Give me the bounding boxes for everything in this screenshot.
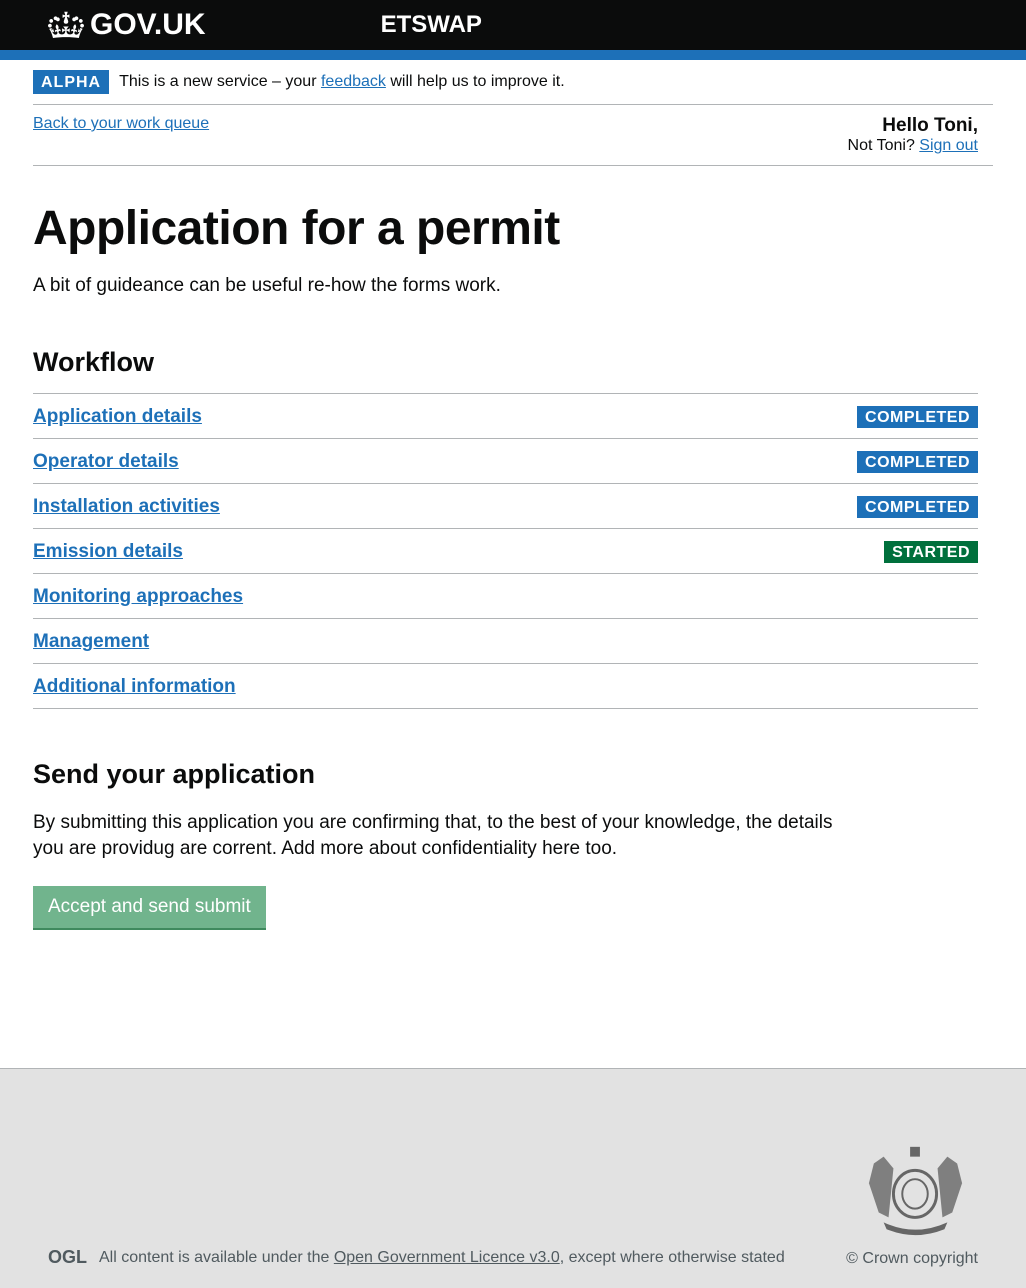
task-link[interactable]: Management (33, 631, 149, 653)
task-row: Application details COMPLETED (33, 394, 978, 439)
phase-tag: ALPHA (33, 70, 109, 94)
status-tag: COMPLETED (857, 406, 978, 428)
licence-post: , except where otherwise stated (560, 1249, 785, 1266)
ogl-logo: OGL (48, 1247, 87, 1268)
task-list: Application detailsCOMPLETEDOperator det… (33, 393, 978, 709)
page-title: Application for a permit (33, 201, 978, 256)
status-tag: STARTED (884, 541, 978, 563)
top-bar: Back to your work queue Hello Toni, Not … (33, 105, 993, 166)
task-link[interactable]: Monitoring approaches (33, 586, 243, 608)
licence-pre: All content is available under the (99, 1249, 334, 1266)
phase-banner: ALPHA This is a new service – your feedb… (33, 60, 993, 105)
page-subtitle: A bit of guideance can be useful re-how … (33, 275, 978, 297)
workflow-heading: Workflow (33, 347, 978, 378)
site-header: GOV.UK ETSWAP (0, 0, 1026, 60)
task-row: Monitoring approaches (33, 574, 978, 619)
back-link[interactable]: Back to your work queue (33, 115, 209, 133)
status-tag: COMPLETED (857, 451, 978, 473)
task-link[interactable]: Installation activities (33, 496, 220, 518)
not-user-text: Not Toni? (848, 137, 920, 154)
service-name: ETSWAP (381, 11, 482, 39)
phase-text-pre: This is a new service – your (119, 73, 321, 90)
task-link[interactable]: Application details (33, 406, 202, 428)
feedback-link[interactable]: feedback (321, 73, 386, 90)
task-row: Operator details COMPLETED (33, 439, 978, 484)
govuk-logo-link[interactable]: GOV.UK (48, 8, 206, 42)
hello-user: Hello Toni, (848, 115, 978, 137)
site-footer: OGL All content is available under the O… (0, 1068, 1026, 1288)
task-row: Additional information (33, 664, 978, 709)
accept-send-button[interactable]: Accept and send submit (33, 886, 266, 928)
crown-copyright: © Crown copyright (846, 1250, 978, 1268)
licence-link[interactable]: Open Government Licence v3.0 (334, 1249, 560, 1266)
crown-icon (48, 9, 84, 41)
confirm-text: By submitting this application you are c… (33, 810, 833, 861)
task-row: Installation activities COMPLETED (33, 484, 978, 529)
task-link[interactable]: Additional information (33, 676, 236, 698)
status-tag: COMPLETED (857, 496, 978, 518)
send-heading: Send your application (33, 759, 978, 790)
govuk-text: GOV.UK (90, 8, 206, 42)
task-row: Management (33, 619, 978, 664)
task-row: Emission details STARTED (33, 529, 978, 574)
task-link[interactable]: Operator details (33, 451, 179, 473)
task-link[interactable]: Emission details (33, 541, 183, 563)
royal-arms-icon (853, 1139, 978, 1239)
sign-out-link[interactable]: Sign out (919, 137, 978, 154)
phase-text-post: will help us to improve it. (386, 73, 565, 90)
